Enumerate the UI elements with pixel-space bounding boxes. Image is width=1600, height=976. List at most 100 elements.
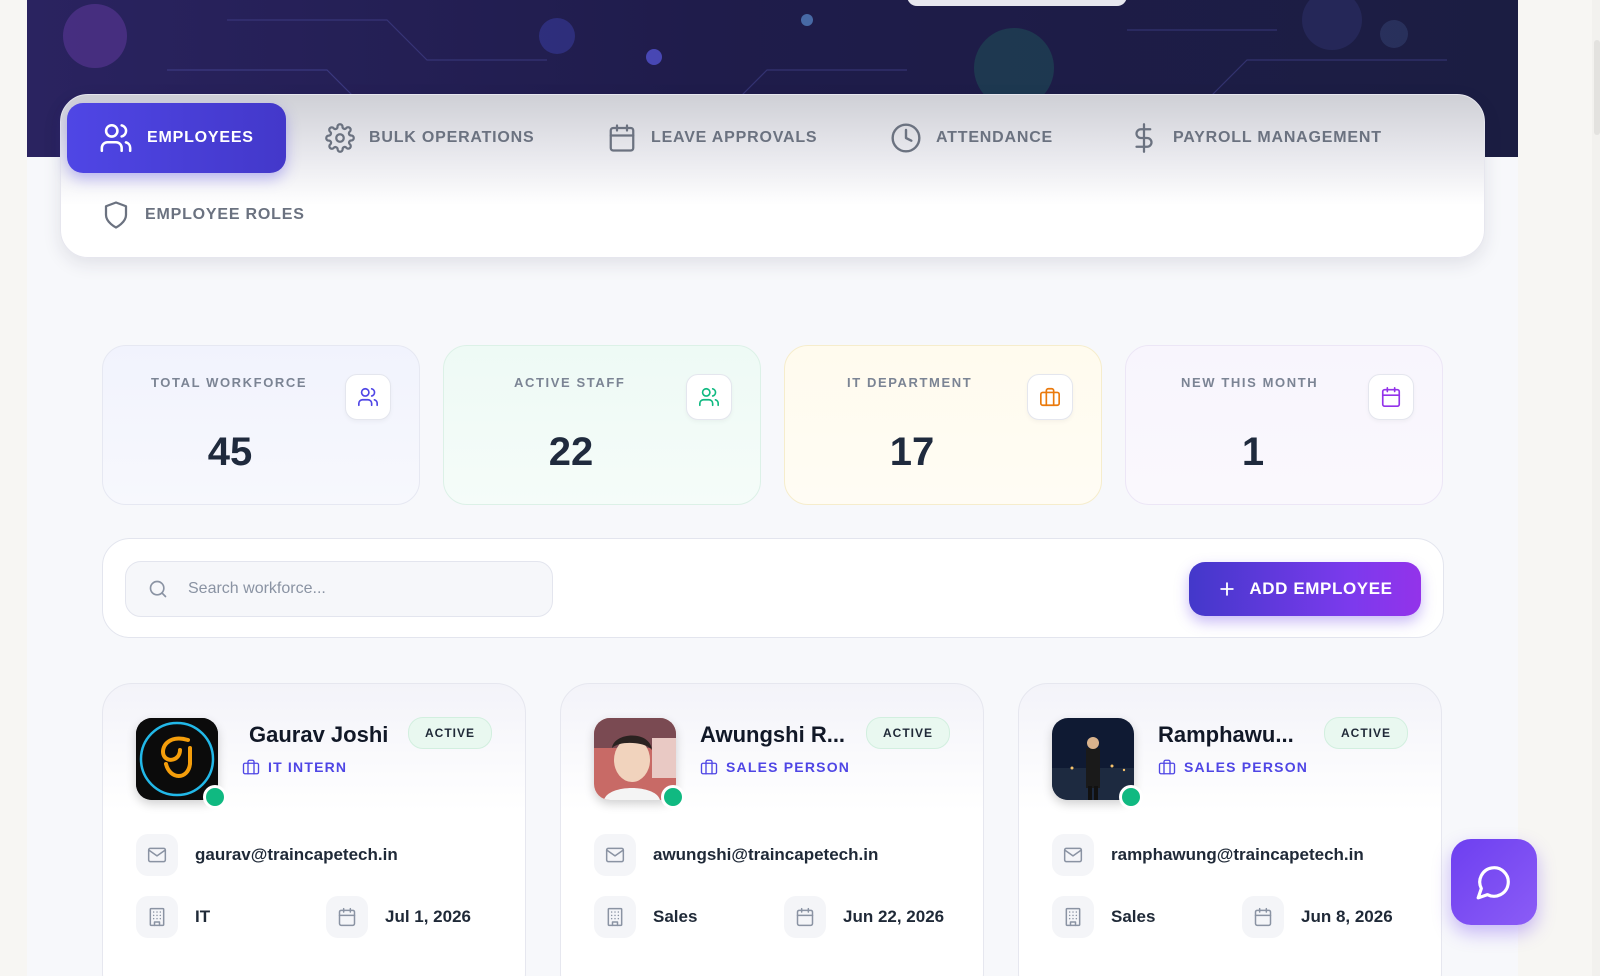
employee-department: Sales <box>1111 907 1156 926</box>
building-icon <box>1065 907 1081 927</box>
dollar-icon <box>1135 123 1153 153</box>
page-scrollbar[interactable] <box>1592 0 1600 976</box>
employee-join-date: Jul 1, 2026 <box>385 907 472 926</box>
tab-label: LEAVE APPROVALS <box>651 129 818 146</box>
online-status-dot <box>1119 785 1143 809</box>
briefcase-icon <box>242 759 260 775</box>
email-icon-badge <box>594 834 636 876</box>
tab-bar: EMPLOYEES BULK OPERATIONS LEAVE APPROVAL… <box>60 94 1485 258</box>
employee-join-date: Jun 22, 2026 <box>843 907 945 926</box>
department-icon-badge <box>594 896 636 938</box>
employee-name: Gaurav Joshi <box>249 722 389 747</box>
status-badge: ACTIVE <box>407 717 492 749</box>
hero-pill <box>907 0 1127 6</box>
employee-role: SALES PERSON <box>1158 758 1308 776</box>
online-status-dot <box>661 785 685 809</box>
employee-department: Sales <box>653 907 698 926</box>
calendar-icon <box>1381 387 1401 407</box>
employee-name: Ramphawu... <box>1158 722 1294 747</box>
stat-card-new-this-month: NEW THIS MONTH 1 <box>1125 345 1443 505</box>
mail-icon <box>605 847 625 863</box>
employee-toolbar: ADD EMPLOYEE <box>102 538 1444 638</box>
users-icon <box>699 387 719 407</box>
date-icon-badge <box>1242 896 1284 938</box>
employee-card[interactable]: Awungshi R... ACTIVE SALES PERSON awungs… <box>560 683 984 976</box>
department-icon-badge <box>1052 896 1094 938</box>
search-icon <box>149 580 167 598</box>
search-box <box>125 561 553 617</box>
employee-email: awungshi@traincapetech.in <box>653 845 879 864</box>
tab-label: EMPLOYEES <box>147 129 254 146</box>
briefcase-icon <box>1040 387 1060 407</box>
mail-icon <box>147 847 167 863</box>
tab-attendance[interactable]: ATTENDANCE <box>890 103 1053 173</box>
stat-label: ACTIVE STAFF <box>514 375 626 390</box>
add-employee-button[interactable]: ADD EMPLOYEE <box>1189 562 1421 616</box>
tab-label: EMPLOYEE ROLES <box>145 206 305 223</box>
stat-label: TOTAL WORKFORCE <box>151 375 308 390</box>
tab-employees[interactable]: EMPLOYEES <box>67 103 286 173</box>
stat-icon-badge <box>345 374 391 420</box>
date-icon-badge <box>784 896 826 938</box>
role-label: IT INTERN <box>268 759 348 775</box>
calendar-icon <box>796 907 814 927</box>
clock-icon <box>891 123 921 153</box>
stat-icon-badge <box>1027 374 1073 420</box>
calendar-icon <box>609 124 635 152</box>
stat-value: 45 <box>207 430 253 474</box>
employee-join-date: Jun 8, 2026 <box>1301 907 1393 926</box>
building-icon <box>149 907 165 927</box>
stat-icon-badge <box>1368 374 1414 420</box>
stat-card-it-department: IT DEPARTMENT 17 <box>784 345 1102 505</box>
add-employee-label: ADD EMPLOYEE <box>1249 579 1393 598</box>
employee-role: SALES PERSON <box>700 758 850 776</box>
email-icon-badge <box>1052 834 1094 876</box>
stat-value: 1 <box>1241 430 1265 474</box>
briefcase-icon <box>1158 759 1176 775</box>
tab-label: PAYROLL MANAGEMENT <box>1173 129 1382 146</box>
mail-icon <box>1063 847 1083 863</box>
tab-employee-roles[interactable]: EMPLOYEE ROLES <box>101 180 305 250</box>
online-status-dot <box>203 785 227 809</box>
tab-label: BULK OPERATIONS <box>369 129 535 146</box>
email-icon-badge <box>136 834 178 876</box>
gear-icon <box>325 123 355 153</box>
users-icon <box>358 387 378 407</box>
building-icon <box>607 907 623 927</box>
status-badge: ACTIVE <box>865 717 950 749</box>
employee-email: gaurav@traincapetech.in <box>195 845 398 864</box>
users-icon <box>100 123 132 153</box>
role-label: SALES PERSON <box>1184 759 1309 775</box>
date-icon-badge <box>326 896 368 938</box>
status-badge: ACTIVE <box>1323 717 1408 749</box>
tab-payroll-management[interactable]: PAYROLL MANAGEMENT <box>1129 103 1382 173</box>
tab-leave-approvals[interactable]: LEAVE APPROVALS <box>607 103 817 173</box>
employee-name: Awungshi R... <box>700 722 846 747</box>
role-label: SALES PERSON <box>726 759 851 775</box>
employee-role: IT INTERN <box>242 758 347 776</box>
stat-label: IT DEPARTMENT <box>847 375 973 390</box>
stat-value: 22 <box>548 430 594 474</box>
scrollbar-thumb[interactable] <box>1594 40 1600 135</box>
employee-card[interactable]: Gaurav Joshi ACTIVE IT INTERN gaurav@tra… <box>102 683 526 976</box>
employee-card[interactable]: Ramphawu... ACTIVE SALES PERSON ramphawu… <box>1018 683 1442 976</box>
stat-value: 17 <box>889 430 935 474</box>
search-input[interactable] <box>186 579 530 599</box>
plus-icon <box>1220 582 1235 596</box>
app-page: EMPLOYEES BULK OPERATIONS LEAVE APPROVAL… <box>27 0 1518 976</box>
stat-icon-badge <box>686 374 732 420</box>
tab-label: ATTENDANCE <box>936 129 1054 146</box>
stat-card-active-staff: ACTIVE STAFF 22 <box>443 345 761 505</box>
chat-button[interactable] <box>1451 839 1537 925</box>
employee-department: IT <box>195 907 211 926</box>
calendar-icon <box>1254 907 1272 927</box>
tab-bulk-operations[interactable]: BULK OPERATIONS <box>325 103 534 173</box>
stat-card-total-workforce: TOTAL WORKFORCE 45 <box>102 345 420 505</box>
briefcase-icon <box>700 759 718 775</box>
department-icon-badge <box>136 896 178 938</box>
employee-email: ramphawung@traincapetech.in <box>1111 845 1364 864</box>
shield-icon <box>104 201 128 229</box>
calendar-icon <box>338 907 356 927</box>
stat-label: NEW THIS MONTH <box>1181 375 1319 390</box>
chat-bubble-icon <box>1476 866 1510 900</box>
